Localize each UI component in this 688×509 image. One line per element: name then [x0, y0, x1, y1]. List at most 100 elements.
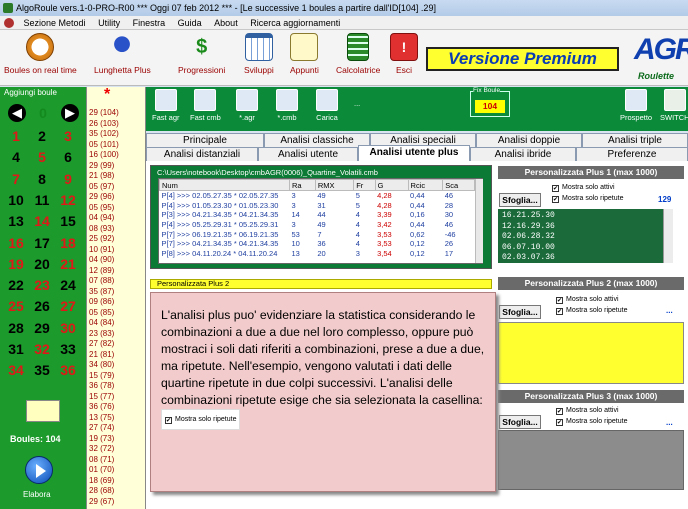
number-19[interactable]: 19 [4, 255, 28, 273]
column-header[interactable]: Sca [442, 179, 475, 191]
tab-analisi-utente[interactable]: Analisi utente [258, 147, 358, 161]
number-11[interactable]: 11 [30, 191, 54, 209]
elabora-button[interactable] [25, 456, 53, 484]
list-item[interactable]: 36 (78) [89, 381, 114, 391]
table-row[interactable]: P[3] >>> 04.21.34.35 * 04.21.34.35 14 44 4 3… [160, 210, 475, 220]
menu-ricerca-aggiornamenti[interactable]: Ricerca aggiornamenti [245, 16, 345, 30]
list-item[interactable]: 35 (102) [89, 129, 119, 139]
number-36[interactable]: 36 [56, 361, 80, 379]
fast-cmb-button[interactable]: Fast cmb [190, 89, 221, 122]
menu-about[interactable]: About [209, 16, 243, 30]
number-21[interactable]: 21 [56, 255, 80, 273]
boules-realtime-button[interactable]: Boules on real time [4, 33, 77, 75]
agr-file-button[interactable]: *.agr [236, 89, 258, 122]
list-item[interactable]: 01 (70) [89, 465, 114, 475]
number-25[interactable]: 25 [4, 297, 28, 315]
list-item[interactable]: 05 (101) [89, 140, 119, 150]
plus1-mostra-ripetute-checkbox[interactable]: ✔ Mostra solo ripetute [552, 195, 623, 203]
table-row[interactable]: P[8] >>> 04.11.20.24 * 04.11.20.24 13 20 3 3… [160, 249, 475, 259]
table-row[interactable]: P[4] >>> 02.05.27.35 * 02.05.27.35 3 49 5 4,… [160, 191, 475, 201]
number-34[interactable]: 34 [4, 361, 28, 379]
switch-button[interactable]: SWITCH [660, 89, 688, 122]
list-item[interactable]: 29 (99) [89, 161, 114, 171]
list-item[interactable]: 27 (74) [89, 423, 114, 433]
appunti-button[interactable]: Appunti [290, 33, 319, 75]
table-row[interactable]: P[7] >>> 04.21.34.35 * 04.21.34.35 10 36 4 3… [160, 239, 475, 249]
plus2-mostra-ripetute-checkbox[interactable]: ✔ Mostra solo ripetute [556, 307, 627, 315]
number-15[interactable]: 15 [56, 212, 80, 230]
list-item[interactable]: 23 (83) [89, 329, 114, 339]
list-item[interactable]: 21 (98) [89, 171, 114, 181]
plus3-values-area[interactable] [498, 430, 684, 490]
list-item[interactable]: 05 (95) [89, 203, 114, 213]
list-item[interactable]: 07 (88) [89, 276, 114, 286]
number-zero[interactable]: 0 [31, 104, 55, 122]
number-32[interactable]: 32 [30, 340, 54, 358]
tab-analisi-utente-plus[interactable]: Analisi utente plus [358, 145, 470, 161]
number-9[interactable]: 9 [56, 170, 80, 188]
menu-sezione-metodi[interactable]: Sezione Metodi [19, 16, 91, 30]
arrow-left-icon[interactable]: ◀ [8, 104, 26, 122]
column-header[interactable]: Fr [353, 179, 376, 191]
menu-finestra[interactable]: Finestra [128, 16, 171, 30]
number-33[interactable]: 33 [56, 340, 80, 358]
list-item[interactable]: 29 (96) [89, 192, 114, 202]
arrow-right-icon[interactable]: ▶ [61, 104, 79, 122]
number-14[interactable]: 14 [30, 212, 54, 230]
current-number-box[interactable] [26, 400, 60, 422]
list-item[interactable]: 19 (73) [89, 434, 114, 444]
list-item[interactable]: 27 (82) [89, 339, 114, 349]
number-31[interactable]: 31 [4, 340, 28, 358]
list-item[interactable]: 16 (100) [89, 150, 119, 160]
list-item[interactable]: 02.03.07.36 [502, 253, 669, 264]
list-item[interactable]: 10 (91) [89, 245, 114, 255]
prospetto-button[interactable]: Prospetto [620, 89, 652, 122]
number-1[interactable]: 1 [4, 127, 28, 145]
plus2-values-area[interactable] [498, 322, 684, 384]
list-item[interactable]: 35 (87) [89, 287, 114, 297]
tab-analisi-ibride[interactable]: Analisi ibride [470, 147, 576, 161]
number-10[interactable]: 10 [4, 191, 28, 209]
plus1-mostra-attivi-checkbox[interactable]: ✔ Mostra solo attivi [552, 184, 615, 192]
number-27[interactable]: 27 [56, 297, 80, 315]
esci-button[interactable]: ! Esci [390, 33, 418, 75]
list-item[interactable]: 08 (71) [89, 455, 114, 465]
list-item[interactable]: 36 (76) [89, 402, 114, 412]
tab-analisi-doppie[interactable]: Analisi doppie [476, 133, 582, 147]
list-item[interactable]: 34 (80) [89, 360, 114, 370]
list-item[interactable]: 12 (89) [89, 266, 114, 276]
column-header[interactable]: RMX [314, 179, 355, 191]
list-item[interactable]: 04 (94) [89, 213, 114, 223]
number-29[interactable]: 29 [30, 319, 54, 337]
list-item[interactable]: 29 (67) [89, 497, 114, 507]
number-28[interactable]: 28 [4, 319, 28, 337]
menu-guida[interactable]: Guida [173, 16, 207, 30]
number-7[interactable]: 7 [4, 170, 28, 188]
number-17[interactable]: 17 [30, 234, 54, 252]
list-item[interactable]: 28 (68) [89, 486, 114, 496]
tab-analisi-classiche[interactable]: Analisi classiche [264, 133, 370, 147]
number-23[interactable]: 23 [30, 276, 54, 294]
plus2-dots[interactable]: ... [666, 306, 673, 315]
column-header[interactable]: Ra [289, 179, 316, 191]
list-item[interactable]: 13 (75) [89, 413, 114, 423]
list-item[interactable]: 12.16.29.36 [502, 222, 669, 233]
number-8[interactable]: 8 [30, 170, 54, 188]
list-item[interactable]: 15 (77) [89, 392, 114, 402]
tab-analisi-distanziali[interactable]: Analisi distanziali [146, 147, 258, 161]
list-item[interactable]: 05 (85) [89, 308, 114, 318]
fix-boule-value[interactable]: 104 [475, 100, 505, 113]
menu-app-icon[interactable] [4, 18, 14, 28]
number-4[interactable]: 4 [4, 148, 28, 166]
list-item[interactable]: 06.07.10.00 [502, 243, 669, 254]
number-26[interactable]: 26 [30, 297, 54, 315]
tab-preferenze[interactable]: Preferenze [576, 147, 688, 161]
list-item[interactable]: 08 (93) [89, 224, 114, 234]
more-options-dots[interactable]: ... [354, 99, 360, 108]
calcolatrice-button[interactable]: Calcolatrice [336, 33, 380, 75]
number-30[interactable]: 30 [56, 319, 80, 337]
table-row[interactable]: P[4] >>> 01.05.23.30 * 01.05.23.30 3 31 5 4,… [160, 200, 475, 210]
plus3-mostra-ripetute-checkbox[interactable]: ✔ Mostra solo ripetute [556, 418, 627, 426]
list-item[interactable]: 04 (84) [89, 318, 114, 328]
progressioni-button[interactable]: $ Progressioni [178, 33, 225, 75]
